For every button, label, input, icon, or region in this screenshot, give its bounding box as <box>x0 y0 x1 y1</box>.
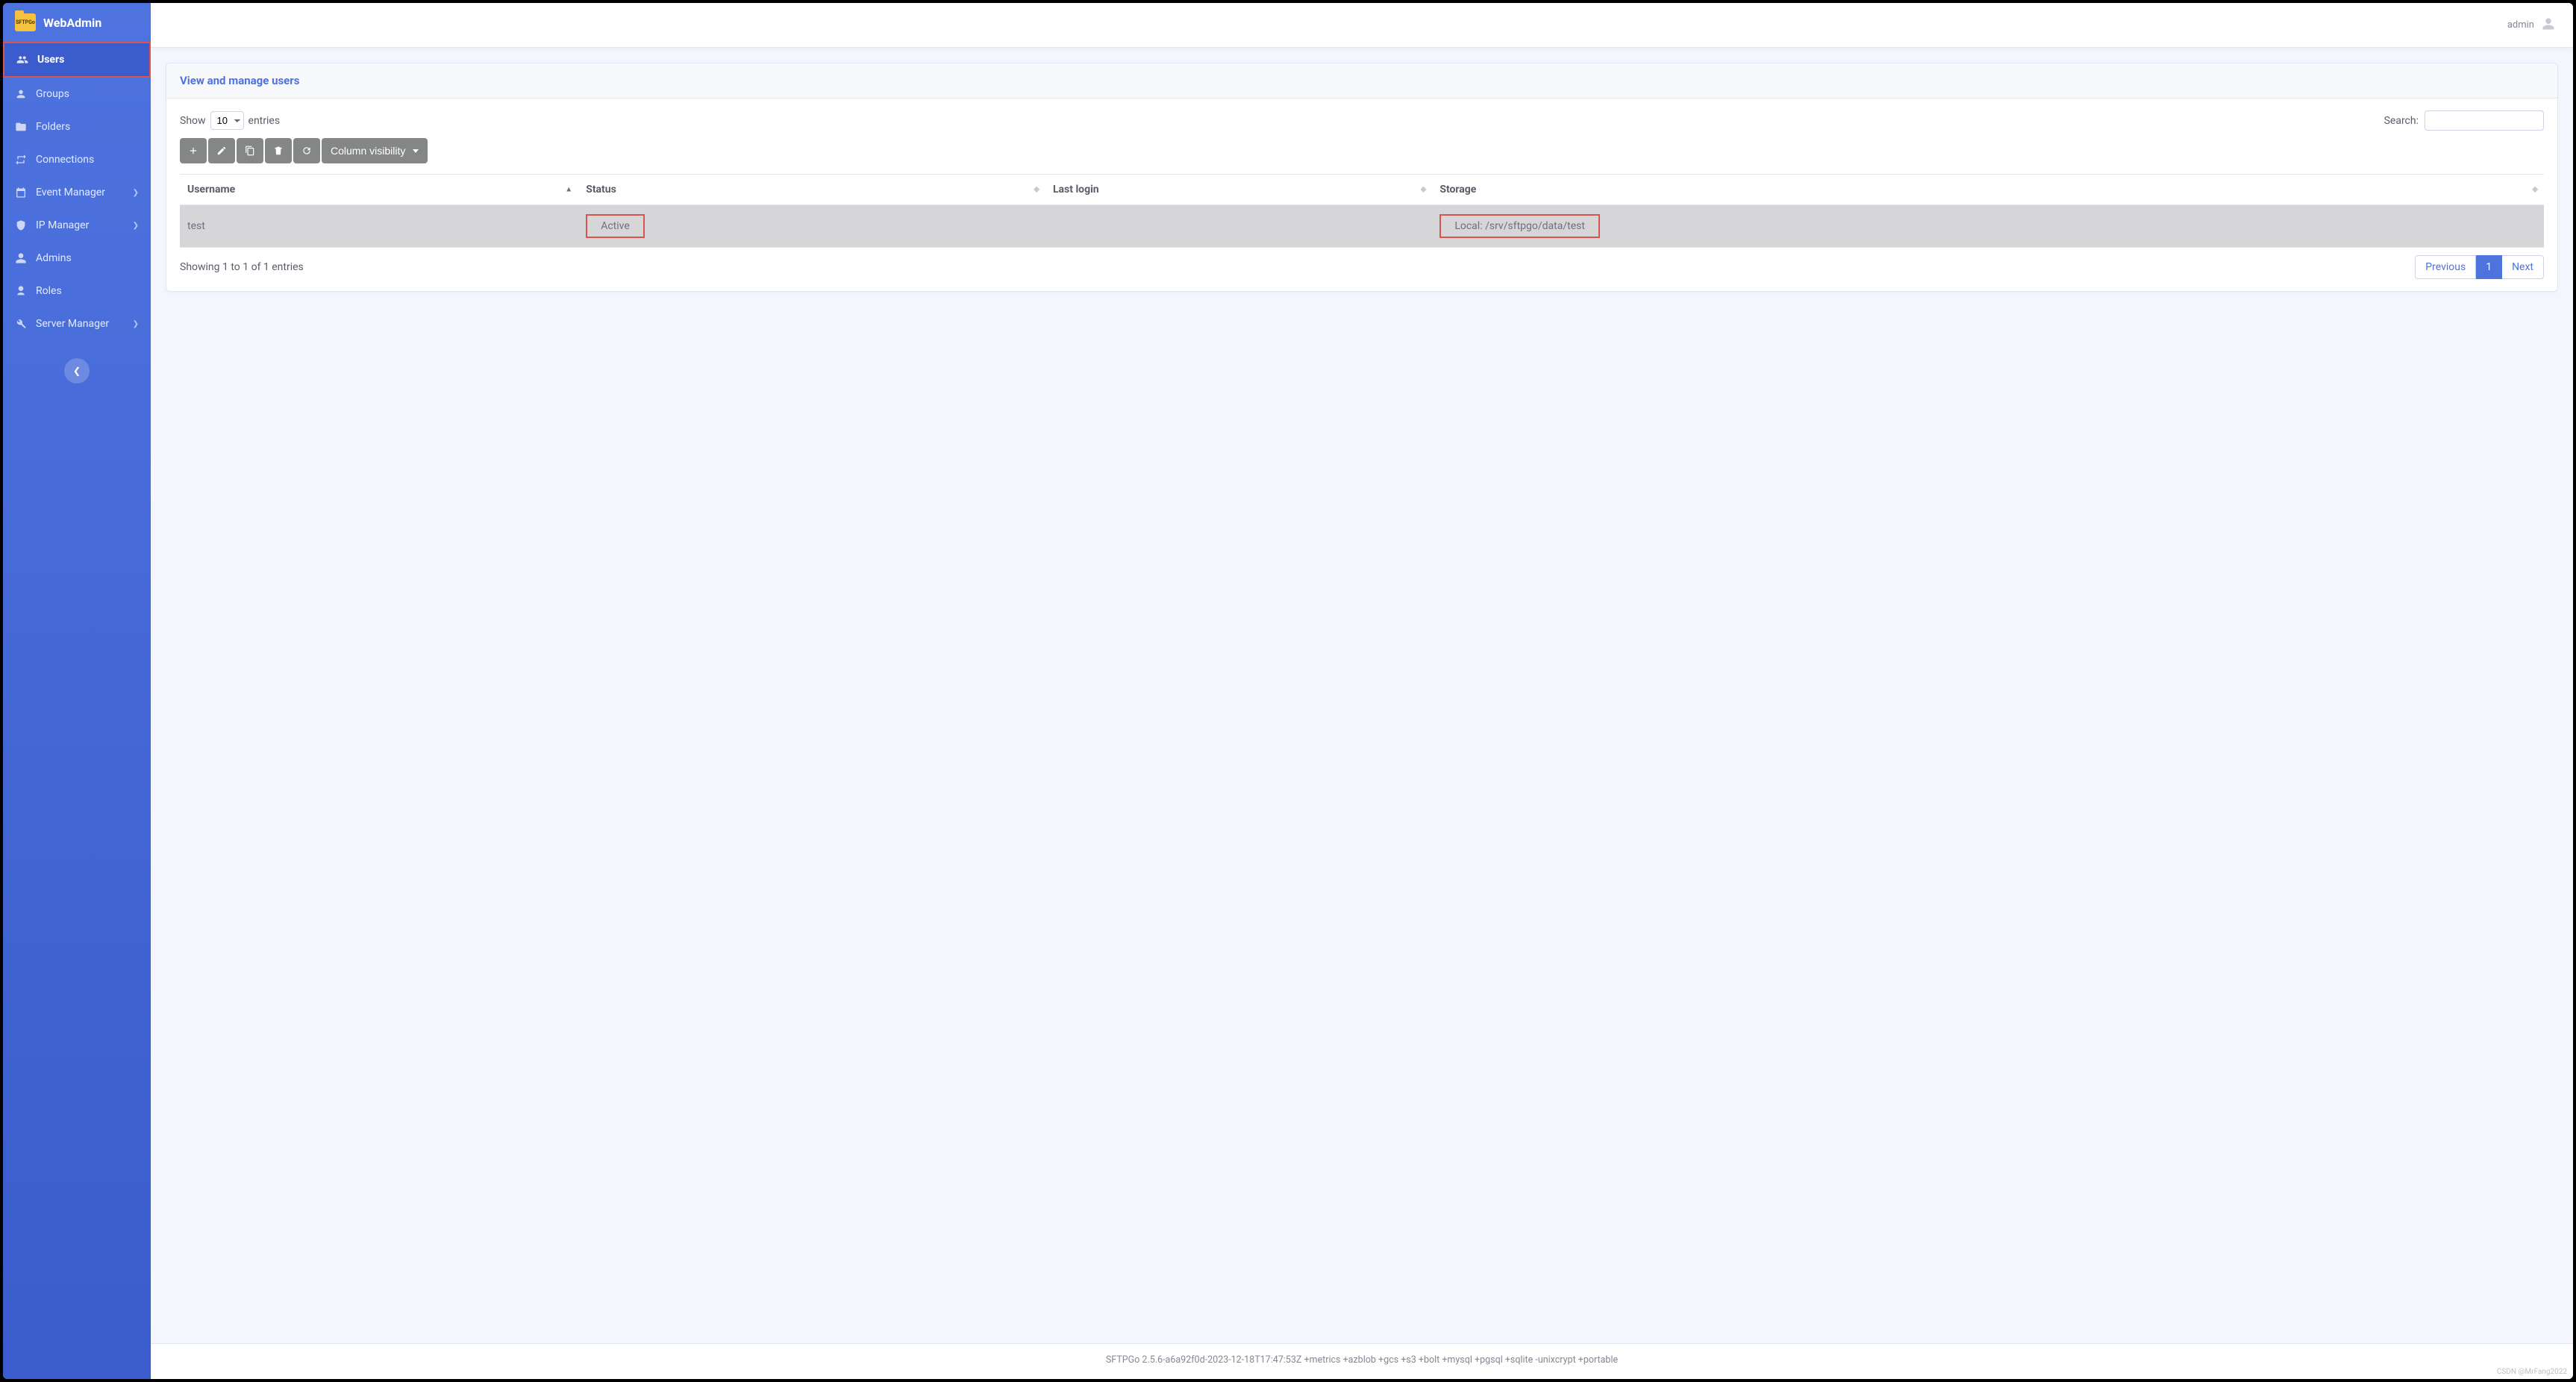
pencil-icon <box>216 146 227 156</box>
users-card: View and manage users Show 10 entries Se… <box>166 63 2558 292</box>
logo-icon: SFTPGo <box>15 13 36 31</box>
col-label: Username <box>187 184 235 196</box>
sidebar-item-label: IP Manager <box>36 219 89 231</box>
col-username[interactable]: Username ▲ <box>180 175 578 205</box>
cell-value: Active <box>586 214 645 238</box>
sidebar-item-admins[interactable]: Admins <box>3 242 151 275</box>
sidebar-item-users[interactable]: Users <box>3 42 151 78</box>
col-status[interactable]: Status ◆ <box>578 175 1045 205</box>
page-next[interactable]: Next <box>2502 255 2544 279</box>
sidebar: SFTPGo WebAdmin Users Groups Folders Connec… <box>3 3 151 1379</box>
user-icon <box>2542 17 2555 34</box>
copy-icon <box>245 146 255 156</box>
roles-icon <box>15 285 27 297</box>
brand[interactable]: SFTPGo WebAdmin <box>3 3 151 42</box>
refresh-icon <box>301 146 312 156</box>
sidebar-item-label: Event Manager <box>36 187 105 198</box>
col-label: Last login <box>1053 184 1099 196</box>
chevron-right-icon: ❯ <box>133 189 139 197</box>
sidebar-item-label: Roles <box>36 285 62 297</box>
col-label: Storage <box>1439 184 1476 196</box>
caret-down-icon <box>413 149 419 153</box>
shield-icon <box>15 219 27 231</box>
sidebar-item-groups[interactable]: Groups <box>3 78 151 110</box>
sidebar-item-ip-manager[interactable]: IP Manager ❯ <box>3 209 151 242</box>
col-last-login[interactable]: Last login ◆ <box>1045 175 1432 205</box>
folder-icon <box>15 121 27 133</box>
admin-icon <box>15 252 27 264</box>
exchange-icon <box>15 154 27 166</box>
toolbar: Column visibility <box>180 138 2544 163</box>
calendar-icon <box>15 187 27 198</box>
user-menu-label: admin <box>2507 19 2534 31</box>
showing-info: Showing 1 to 1 of 1 entries <box>180 261 304 273</box>
entries-length: Show 10 entries <box>180 111 280 130</box>
table-row[interactable]: test Active Local: /srv/sftpgo/data/test <box>180 205 2544 248</box>
nav: Users Groups Folders Connections Event Manag… <box>3 42 151 340</box>
brand-title: WebAdmin <box>43 16 101 30</box>
pagination: Previous1Next <box>2415 255 2544 279</box>
topbar: admin <box>151 3 2573 48</box>
cell-value: test <box>187 220 205 232</box>
sidebar-item-label: Connections <box>36 154 94 166</box>
column-visibility-label: Column visibility <box>331 145 405 157</box>
sidebar-collapse-button[interactable]: ❮ <box>64 358 90 384</box>
sidebar-item-server-manager[interactable]: Server Manager ❯ <box>3 307 151 340</box>
sidebar-item-event-manager[interactable]: Event Manager ❯ <box>3 176 151 209</box>
cell-status: Active <box>578 205 1045 248</box>
cell-storage: Local: /srv/sftpgo/data/test <box>1432 205 2544 248</box>
entries-label-post: entries <box>248 115 281 127</box>
sidebar-item-label: Server Manager <box>36 318 109 330</box>
page-prev[interactable]: Previous <box>2415 255 2476 279</box>
col-label: Status <box>586 184 616 196</box>
search-input[interactable] <box>2425 110 2544 131</box>
card-title: View and manage users <box>166 63 2557 99</box>
chevron-left-icon: ❮ <box>73 366 81 376</box>
user-menu[interactable]: admin <box>2507 17 2555 34</box>
trash-icon <box>273 146 284 156</box>
chevron-right-icon: ❯ <box>133 222 139 230</box>
footer-version: SFTPGo 2.5.6-a6a92f0d-2023-12-18T17:47:5… <box>151 1343 2573 1379</box>
cell-last_login <box>1045 205 1432 248</box>
group-icon <box>15 88 27 100</box>
chevron-right-icon: ❯ <box>133 320 139 328</box>
delete-button[interactable] <box>265 138 292 163</box>
entries-select[interactable]: 10 <box>210 111 244 130</box>
sidebar-item-label: Folders <box>36 121 70 133</box>
sidebar-item-connections[interactable]: Connections <box>3 143 151 176</box>
col-storage[interactable]: Storage ◆ <box>1432 175 2544 205</box>
column-visibility-button[interactable]: Column visibility <box>322 138 428 163</box>
plus-icon <box>188 146 198 156</box>
sort-icon: ◆ <box>1421 186 1427 194</box>
sidebar-item-folders[interactable]: Folders <box>3 110 151 143</box>
edit-button[interactable] <box>208 138 235 163</box>
cell-value: Local: /srv/sftpgo/data/test <box>1439 214 1600 238</box>
cell-username: test <box>180 205 578 248</box>
sort-icon: ▲ <box>565 186 572 194</box>
refresh-button[interactable] <box>293 138 320 163</box>
users-table: Username ▲ Status ◆ Last login ◆ Storage ◆ test… <box>180 174 2544 248</box>
search-label: Search: <box>2384 115 2419 127</box>
entries-label-pre: Show <box>180 115 206 127</box>
wrench-icon <box>15 318 27 330</box>
sidebar-item-roles[interactable]: Roles <box>3 275 151 307</box>
sidebar-item-label: Users <box>37 54 64 66</box>
page-1[interactable]: 1 <box>2476 255 2502 279</box>
watermark: CSDN @MrFang2022 <box>2497 1368 2567 1376</box>
sort-icon: ◆ <box>2532 186 2538 194</box>
sort-icon: ◆ <box>1034 186 1040 194</box>
add-button[interactable] <box>180 138 207 163</box>
clone-button[interactable] <box>237 138 263 163</box>
sidebar-item-label: Groups <box>36 88 69 100</box>
sidebar-item-label: Admins <box>36 252 72 264</box>
users-icon <box>16 54 28 66</box>
